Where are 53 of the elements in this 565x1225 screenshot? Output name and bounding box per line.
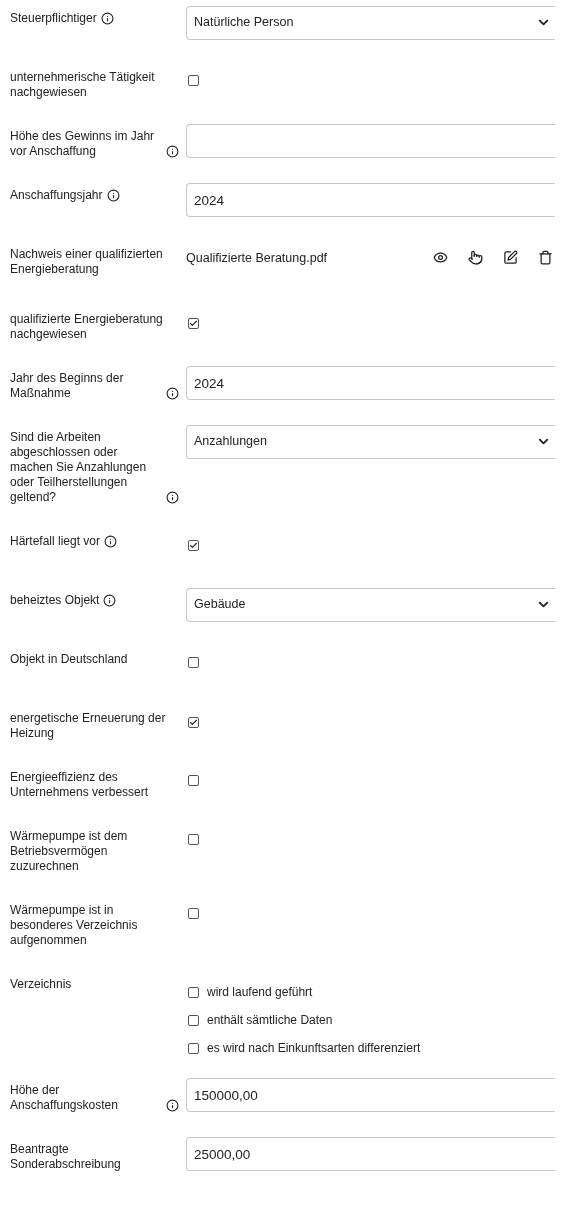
field-label: beheiztes Objekt: [10, 593, 100, 608]
input-field[interactable]: 25000,00: [186, 1137, 555, 1171]
field-label: Härtefall liegt vor: [10, 534, 101, 549]
field-label: Nachweis einer qualifizierten Energieberatung: [10, 247, 164, 277]
checkbox[interactable]: [188, 717, 199, 728]
field-label: Jahr des Beginns der Maßnahme: [10, 371, 125, 401]
checkbox[interactable]: [188, 657, 199, 668]
checkbox[interactable]: [188, 540, 199, 551]
checkbox[interactable]: [188, 986, 199, 998]
field-label: Höhe des Gewinns im Jahr vor Anschaffung: [10, 129, 156, 159]
info-icon[interactable]: [166, 491, 179, 504]
field-label: Wärmepumpe ist in besonderes Verzeichnis aufgenommen: [10, 903, 139, 948]
field-label: unternehmerische Tätigkeit nachgewiesen: [10, 70, 156, 100]
select-field[interactable]: Natürliche Person: [186, 6, 555, 40]
checkbox[interactable]: [188, 1014, 199, 1026]
field-label: Höhe der Anschaffungskosten: [10, 1083, 119, 1113]
option-label: es wird nach Einkunftsarten differenziert: [207, 1041, 421, 1055]
input-field[interactable]: 2024: [186, 366, 555, 400]
info-icon[interactable]: [166, 145, 179, 158]
checkbox[interactable]: [188, 75, 199, 86]
select-field[interactable]: Gebäude: [186, 588, 555, 622]
option-label: enthält sämtliche Daten: [207, 1013, 333, 1027]
field-label: Steuerpflichtiger: [10, 11, 97, 26]
field-label: Anschaffungsjahr: [10, 188, 103, 203]
field-label: Sind die Arbeiten abgeschlossen oder machen Sie Anzahlungen oder Teilherstellungen geltend?: [10, 430, 148, 505]
info-icon[interactable]: [166, 387, 179, 400]
info-icon[interactable]: [103, 594, 117, 607]
edit-icon[interactable]: [503, 250, 518, 265]
field-label: Objekt in Deutschland: [10, 652, 128, 667]
trash-icon[interactable]: [538, 250, 553, 265]
input-field[interactable]: [186, 124, 555, 158]
info-icon[interactable]: [104, 535, 118, 548]
select-field[interactable]: Anzahlungen: [186, 425, 555, 459]
info-icon[interactable]: [100, 12, 114, 25]
info-icon[interactable]: [166, 1099, 179, 1112]
hand-pointer-icon[interactable]: [468, 250, 483, 265]
input-field[interactable]: 150000,00: [186, 1078, 555, 1112]
checkbox[interactable]: [188, 318, 199, 329]
field-label: Verzeichnis: [10, 977, 72, 992]
field-label: Wärmepumpe ist dem Betriebsvermögen zuzurechnen: [10, 829, 129, 874]
checkbox[interactable]: [188, 908, 199, 919]
field-label: Energieeffizienz des Unternehmens verbessert: [10, 770, 150, 800]
checkbox[interactable]: [188, 834, 199, 845]
eye-icon[interactable]: [433, 250, 448, 265]
info-icon[interactable]: [106, 189, 120, 202]
option-label: wird laufend geführt: [207, 985, 313, 999]
input-field[interactable]: 2024: [186, 183, 555, 217]
field-label: energetische Erneuerung der Heizung: [10, 711, 167, 741]
field-label: Beantragte Sonderabschreibung: [10, 1142, 122, 1172]
checkbox[interactable]: [188, 1042, 199, 1054]
checkbox[interactable]: [188, 775, 199, 786]
field-label: qualifizierte Energieberatung nachgewiesen: [10, 312, 164, 342]
file-name: Qualifizierte Beratung.pdf: [186, 250, 328, 265]
